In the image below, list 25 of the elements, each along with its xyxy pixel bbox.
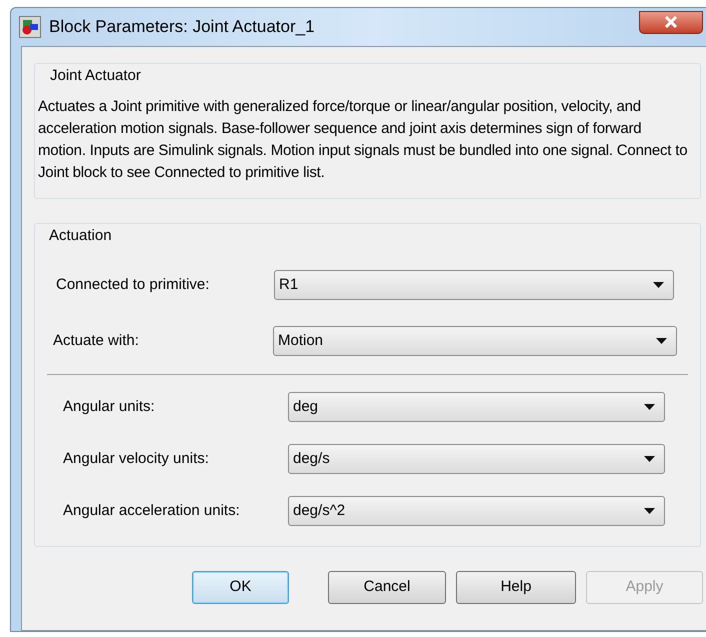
field-label: Actuate with: (53, 330, 140, 351)
close-button[interactable] (639, 10, 703, 34)
dropdown[interactable]: deg/s (288, 444, 665, 474)
group-title: Actuation (49, 227, 112, 244)
caret-icon (644, 404, 655, 410)
caret-icon (644, 508, 655, 514)
description-text: Actuates a Joint primitive with generalized force/torque or linear/angular position, velocity, and acceleration motion signals. Base-follower sequence and joint axis determines sign of forward motion. Inputs are Simulink signals. Motion input signals must be bundled into one signal. Connect to Joint block to see Connected to primitive list. (38, 97, 688, 183)
field-label: Connected to primitive: (56, 274, 210, 295)
window-title: Block Parameters: Joint Actuator_1 (49, 16, 315, 38)
caret-icon (653, 282, 664, 288)
caret-icon (644, 456, 655, 462)
dialog-button[interactable]: OK (192, 571, 289, 604)
dropdown[interactable]: deg (288, 392, 665, 422)
field-label: Angular acceleration units: (63, 500, 241, 521)
field-label: Angular units: (63, 396, 156, 417)
dropdown[interactable]: deg/s^2 (288, 496, 665, 526)
dropdown[interactable]: Motion (273, 326, 677, 356)
caret-icon (656, 338, 667, 344)
block-icon (19, 16, 41, 38)
dialog-button[interactable]: Help (456, 571, 576, 604)
dialog-button[interactable]: Cancel (328, 571, 446, 604)
close-icon (664, 16, 678, 28)
group-title: Joint Actuator (50, 67, 141, 84)
field-label: Angular velocity units: (63, 448, 210, 469)
dropdown[interactable]: R1 (274, 270, 674, 300)
